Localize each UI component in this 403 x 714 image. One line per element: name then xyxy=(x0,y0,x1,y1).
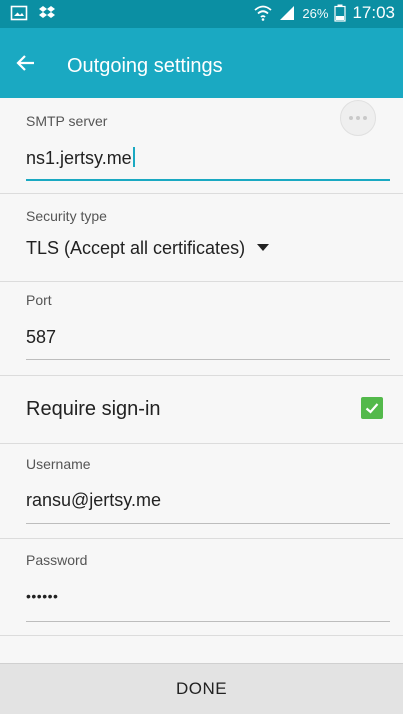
app-bar: Outgoing settings xyxy=(0,28,403,98)
password-underline xyxy=(26,621,390,622)
dropdown-arrow-icon xyxy=(257,244,270,251)
smtp-server-value: ns1.jertsy.me xyxy=(26,148,132,168)
port-field[interactable]: 587 xyxy=(26,327,56,348)
battery-icon xyxy=(334,4,347,22)
signal-icon xyxy=(278,4,296,22)
port-section: Port 587 xyxy=(0,281,403,376)
security-type-dropdown[interactable]: TLS (Accept all certificates) xyxy=(26,238,270,259)
status-bar-right: 26% 17:03 xyxy=(254,3,395,23)
security-type-value: TLS (Accept all certificates) xyxy=(26,238,246,258)
smtp-server-section: SMTP server ns1.jertsy.me xyxy=(0,98,403,194)
security-type-section: Security type TLS (Accept all certificat… xyxy=(0,193,403,282)
smtp-server-label: SMTP server xyxy=(26,113,108,129)
more-options-button[interactable] xyxy=(340,100,376,136)
dot-icon xyxy=(356,116,360,120)
status-bar: 26% 17:03 xyxy=(0,0,403,28)
username-value: ransu@jertsy.me xyxy=(26,490,161,510)
security-type-label: Security type xyxy=(26,208,107,224)
require-signin-label: Require sign-in xyxy=(26,398,161,420)
dropbox-icon xyxy=(38,4,56,22)
port-underline xyxy=(26,359,390,360)
done-button[interactable]: DONE xyxy=(0,664,403,714)
arrow-left-icon[interactable] xyxy=(14,51,38,75)
status-bar-left xyxy=(10,4,56,22)
username-field[interactable]: ransu@jertsy.me xyxy=(26,490,161,511)
username-section: Username ransu@jertsy.me xyxy=(0,443,403,539)
require-signin-row[interactable]: Require sign-in xyxy=(0,375,403,444)
username-label: Username xyxy=(26,456,91,472)
bottom-bar: DONE xyxy=(0,663,403,714)
require-signin-checkbox[interactable] xyxy=(361,397,383,419)
dot-icon xyxy=(349,116,353,120)
smtp-server-underline xyxy=(26,179,390,181)
status-clock: 17:03 xyxy=(352,3,395,22)
port-label: Port xyxy=(26,292,52,308)
username-underline xyxy=(26,523,390,524)
password-field[interactable]: •••••• xyxy=(26,588,58,604)
battery-percent: 26% xyxy=(302,5,329,21)
wifi-icon xyxy=(254,4,273,22)
password-value: •••••• xyxy=(26,588,59,604)
port-value: 587 xyxy=(26,327,57,347)
smtp-server-field[interactable]: ns1.jertsy.me xyxy=(26,147,135,169)
check-icon xyxy=(365,403,379,414)
page-title: Outgoing settings xyxy=(67,55,223,77)
password-section: Password •••••• xyxy=(0,538,403,636)
outgoing-settings-form: SMTP server ns1.jertsy.me Security type … xyxy=(0,98,403,663)
gallery-icon xyxy=(10,4,28,22)
text-cursor xyxy=(132,147,135,167)
password-label: Password xyxy=(26,552,88,568)
dot-icon xyxy=(363,116,367,120)
